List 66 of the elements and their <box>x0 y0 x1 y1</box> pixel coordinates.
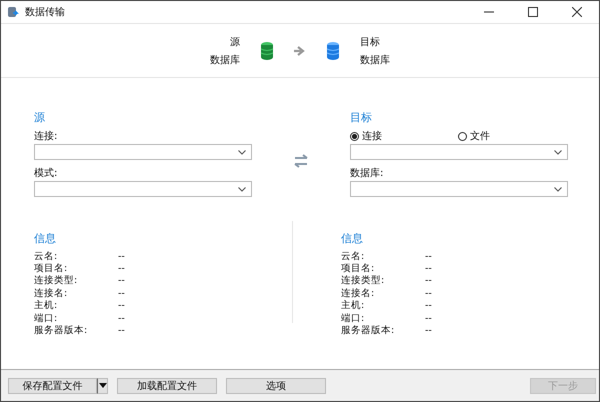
info-value: -- <box>118 288 125 299</box>
footer-button: 下一步 <box>530 378 596 394</box>
info-value: -- <box>424 312 432 324</box>
radio-option[interactable]: 文件 <box>458 129 566 143</box>
info-value: -- <box>424 300 432 312</box>
info-label: 端口: <box>340 312 366 325</box>
info-label: 连接名: <box>34 286 68 300</box>
info-label: 连接类型: <box>34 274 78 288</box>
dropdown-field[interactable] <box>34 144 252 160</box>
info-value: -- <box>118 300 125 312</box>
dropdown-field[interactable] <box>34 181 252 197</box>
info-label: 服务器版本: <box>340 324 396 338</box>
info-value: -- <box>424 250 432 262</box>
info-value: -- <box>118 250 125 262</box>
footer-button[interactable]: 加载配置文件 <box>117 378 217 394</box>
info-value: -- <box>424 288 432 299</box>
save-button[interactable]: 保存配置文件 <box>8 378 97 394</box>
database-icon <box>260 40 274 60</box>
window-title: 数据传输 <box>25 6 65 19</box>
info-value: -- <box>118 275 125 286</box>
radio-button[interactable] <box>458 132 467 140</box>
swap-arrows-icon <box>293 154 309 168</box>
section-title: 目标 <box>350 110 373 125</box>
caret-icon <box>98 383 106 388</box>
info-label: 主机: <box>34 299 58 312</box>
database-icon <box>326 40 340 60</box>
dropdown-field[interactable] <box>350 144 568 160</box>
app-icon <box>7 6 19 18</box>
footer-button[interactable]: 选项 <box>226 378 326 394</box>
info-label: 主机: <box>340 299 366 312</box>
arrow-right-icon <box>294 46 306 56</box>
info-label: 云名: <box>340 250 366 263</box>
radio-button[interactable] <box>350 132 359 140</box>
info-value: -- <box>424 263 432 274</box>
info-value: -- <box>118 312 125 324</box>
swap-button[interactable] <box>293 154 309 168</box>
chevron-down-icon <box>238 150 246 154</box>
header-label: 数据库 <box>210 54 240 66</box>
header-label: 目标 <box>360 36 381 48</box>
field-label: 连接: <box>34 130 58 143</box>
info-value: -- <box>424 275 432 286</box>
info-label: 项目名: <box>340 262 376 275</box>
info-label: 项目名: <box>34 262 68 275</box>
info-value: -- <box>118 263 125 274</box>
info-label: 连接类型: <box>340 274 386 288</box>
info-label: 连接名: <box>340 286 376 300</box>
chevron-down-icon <box>554 186 562 192</box>
section-title: 信息 <box>34 231 57 246</box>
dropdown-button[interactable] <box>97 378 108 394</box>
maximize-icon <box>528 7 538 17</box>
header-label: 数据库 <box>360 54 391 66</box>
info-label: 云名: <box>34 250 58 263</box>
chevron-down-icon <box>238 186 246 192</box>
close-icon <box>572 7 582 17</box>
dropdown-field[interactable] <box>350 181 568 197</box>
header-label: 源 <box>230 36 240 48</box>
info-label: 服务器版本: <box>34 324 88 338</box>
section-title: 源 <box>34 110 46 125</box>
chevron-down-icon <box>554 150 562 154</box>
info-label: 端口: <box>34 312 58 325</box>
radio-option[interactable]: 连接 <box>350 129 458 143</box>
section-title: 信息 <box>340 231 364 246</box>
field-label: 数据库: <box>350 166 384 180</box>
field-label: 模式: <box>34 166 58 180</box>
info-value: -- <box>424 325 432 336</box>
info-value: -- <box>118 325 125 336</box>
